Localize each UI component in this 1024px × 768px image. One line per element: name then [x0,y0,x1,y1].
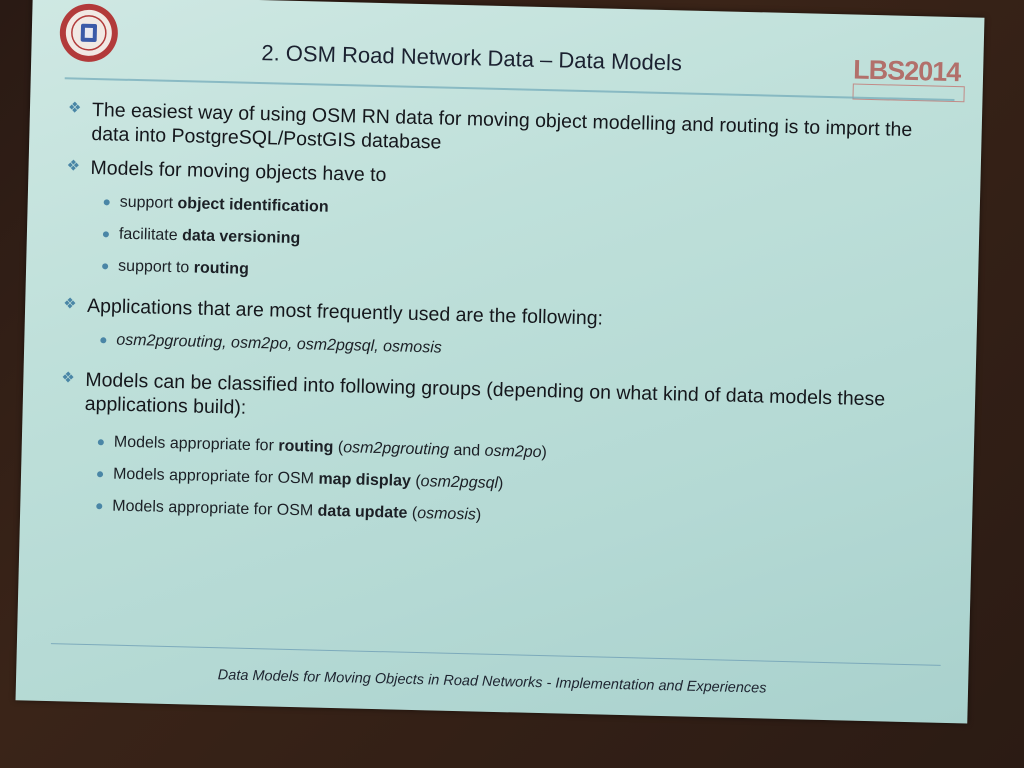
bullet-2-text: Models for moving objects have to [90,156,387,187]
slide-footer: Data Models for Moving Objects in Road N… [217,667,767,697]
round-dot-bullet-icon [102,263,109,270]
presentation-slide: 2. OSM Road Network Data – Data Models L… [15,0,985,724]
four-diamond-bullet-icon: ❖ [67,99,82,117]
bullet-4: ❖ Models can be classified into followin… [58,367,915,436]
sub-bullet: osm2pgrouting, osm2po, osm2pgsql, osmosi… [60,329,916,370]
round-dot-bullet-icon [96,503,103,510]
slide-title: 2. OSM Road Network Data – Data Models [261,40,683,76]
four-diamond-bullet-icon: ❖ [63,295,77,313]
bullet-1-text: The easiest way of using OSM RN data for… [91,98,913,154]
bullet-3-text: Applications that are most frequently us… [86,294,604,330]
university-seal-icon [59,3,118,62]
round-dot-bullet-icon [102,231,110,238]
round-dot-bullet-icon [97,439,104,446]
round-dot-bullet-icon [96,471,104,478]
bullet-4-text: Models can be classified into following … [84,368,886,419]
four-diamond-bullet-icon: ❖ [66,157,81,175]
round-dot-bullet-icon [103,199,110,206]
round-dot-bullet-icon [100,337,107,344]
slide-content: ❖ The easiest way of using OSM RN data f… [56,87,922,536]
bullet-1: ❖ The easiest way of using OSM RN data f… [65,97,922,166]
sub-bullet: support to routing [62,255,918,296]
footer-divider [50,643,941,666]
lbs-logo-text: LBS2014 [852,54,961,88]
sub-bullet: Models appropriate for OSM data update (… [56,495,912,536]
four-diamond-bullet-icon: ❖ [61,369,76,387]
